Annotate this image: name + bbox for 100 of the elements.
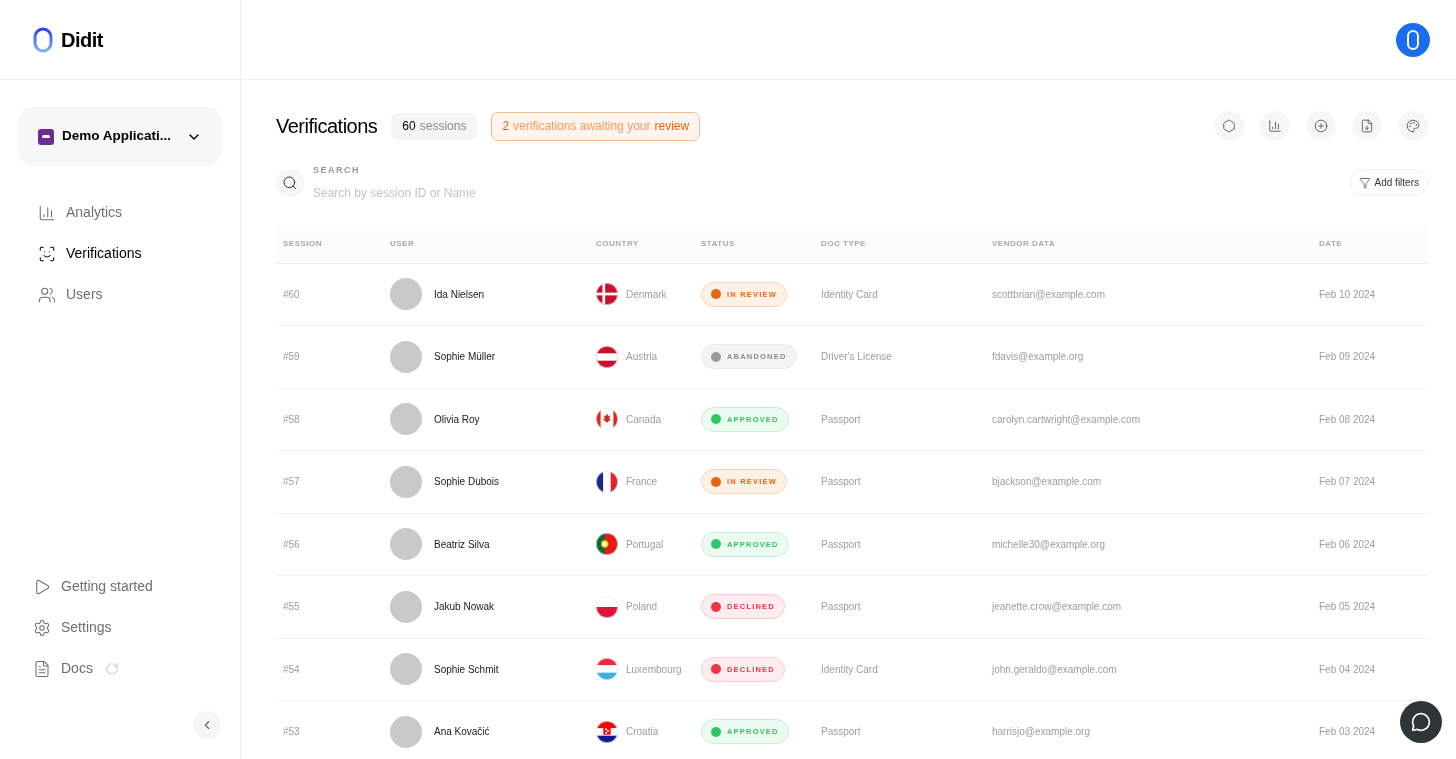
- country-name: Canada: [626, 412, 662, 427]
- filter-icon: [1358, 176, 1371, 189]
- avatar-placeholder: [390, 278, 422, 311]
- column-header: DATE: [1319, 238, 1344, 250]
- table-cell-text: john.geraldo@example.com: [992, 662, 1118, 677]
- play-icon: [33, 577, 51, 596]
- users-icon: [38, 285, 56, 304]
- flag-icon: [596, 533, 618, 556]
- avatar-placeholder: [390, 590, 422, 623]
- bar-chart-icon: [38, 203, 56, 222]
- avatar-placeholder: [390, 465, 422, 498]
- table-cell-text: Identity Card: [821, 662, 879, 677]
- table-cell-text: Feb 05 2024: [1319, 600, 1377, 615]
- flag-icon: [596, 470, 618, 493]
- search-icon: [276, 168, 304, 197]
- app-icon: [38, 128, 54, 145]
- avatar-icon[interactable]: [1396, 22, 1430, 57]
- flag-icon: [596, 658, 618, 681]
- app-selector[interactable]: Demo Applicati...: [18, 107, 222, 166]
- flag-icon: [596, 720, 618, 743]
- document-icon: [33, 659, 51, 678]
- table-cell-text: fdavis@example.org: [992, 350, 1085, 365]
- column-header: COUNTRY: [596, 238, 640, 250]
- table-cell-text: #57: [283, 475, 301, 490]
- table-cell-text: Feb 03 2024: [1319, 725, 1377, 740]
- column-header: STATUS: [701, 238, 736, 250]
- table-cell-text: scottbrian@example.com: [992, 287, 1106, 302]
- country-name: Poland: [626, 600, 658, 615]
- search-label: SEARCH: [313, 164, 360, 177]
- table-cell-text: #59: [283, 350, 301, 365]
- user-name: Sophie Dubois: [434, 475, 500, 490]
- user-name: Jakub Nowak: [434, 600, 495, 615]
- plus-circle-icon: [1314, 119, 1328, 133]
- table-cell-text: Feb 09 2024: [1319, 350, 1377, 365]
- user-name: Ida Nielsen: [434, 287, 485, 302]
- table-cell-text: Passport: [821, 475, 862, 490]
- file-download-icon: [1360, 119, 1374, 133]
- table-cell-text: Passport: [821, 537, 862, 552]
- flag-icon: [596, 345, 618, 368]
- table-cell-text: harrisjo@example.org: [992, 725, 1091, 740]
- country-name: Luxembourg: [626, 662, 682, 677]
- hexagon-icon: [1222, 119, 1236, 133]
- table-cell-text: #56: [283, 537, 301, 552]
- table-cell-text: Identity Card: [821, 287, 879, 302]
- table-cell-text: jeanette.crow@example.com: [992, 600, 1123, 615]
- table-cell-text: Driver's License: [821, 350, 893, 365]
- column-header: USER: [390, 238, 416, 250]
- sidebar-item[interactable]: Verifications: [18, 235, 222, 272]
- table-cell-text: carolyn.cartwright@example.com: [992, 412, 1141, 427]
- logo-icon: [33, 26, 53, 53]
- chat-button[interactable]: [1400, 701, 1442, 743]
- user-name: Ana Kovačić: [434, 725, 490, 740]
- brand-name: Didit: [61, 27, 103, 53]
- table-cell-text: michelle30@example.org: [992, 537, 1106, 552]
- user-name: Olivia Roy: [434, 412, 480, 427]
- sidebar-item[interactable]: Analytics: [18, 194, 222, 231]
- loading-icon: [104, 661, 119, 676]
- sidebar-item[interactable]: Settings: [18, 609, 112, 646]
- flag-icon: [596, 408, 618, 431]
- toolbar-button[interactable]: [1352, 111, 1382, 141]
- avatar-placeholder: [390, 715, 422, 748]
- sessions-count: 60 sessions: [391, 112, 478, 140]
- table-cell-text: #54: [283, 662, 301, 677]
- table-cell-text: bjackson@example.com: [992, 475, 1103, 490]
- country-name: Austria: [626, 350, 658, 365]
- avatar-placeholder: [390, 340, 422, 373]
- user-name: Sophie Müller: [434, 350, 496, 365]
- chat-icon: [1411, 712, 1431, 732]
- country-name: Croatia: [626, 725, 659, 740]
- table-cell-text: Feb 04 2024: [1319, 662, 1377, 677]
- toolbar-button[interactable]: [1398, 111, 1428, 141]
- table-cell-text: Passport: [821, 600, 862, 615]
- table-cell-text: #58: [283, 412, 301, 427]
- avatar-placeholder: [390, 528, 422, 561]
- sidebar-item[interactable]: Getting started: [18, 568, 153, 605]
- gear-icon: [33, 618, 51, 637]
- country-name: France: [626, 475, 658, 490]
- page-title: Verifications: [276, 114, 378, 139]
- table-cell-text: #53: [283, 725, 301, 740]
- user-name: Beatriz Silva: [434, 537, 490, 552]
- column-header: DOC TYPE: [821, 238, 867, 250]
- palette-icon: [1406, 119, 1420, 133]
- table-cell-text: #60: [283, 287, 301, 302]
- country-name: Denmark: [626, 287, 667, 302]
- avatar-placeholder: [390, 403, 422, 436]
- avatar-placeholder: [390, 653, 422, 686]
- bar-chart-icon: [1268, 119, 1282, 133]
- table-cell-text: Feb 10 2024: [1319, 287, 1377, 302]
- toolbar-button[interactable]: [1214, 111, 1244, 141]
- sidebar-item[interactable]: Users: [18, 276, 222, 313]
- toolbar-button[interactable]: [1306, 111, 1336, 141]
- table-cell-text: Feb 08 2024: [1319, 412, 1377, 427]
- table-cell-text: #55: [283, 600, 301, 615]
- sidebar-item[interactable]: Docs: [18, 650, 93, 687]
- flag-icon: [596, 595, 618, 618]
- flag-icon: [596, 283, 618, 306]
- toolbar-button[interactable]: [1260, 111, 1290, 141]
- review-alert-button[interactable]: 2 verifications awaiting your review: [491, 111, 701, 141]
- country-name: Portugal: [626, 537, 664, 552]
- scan-face-icon: [38, 244, 56, 263]
